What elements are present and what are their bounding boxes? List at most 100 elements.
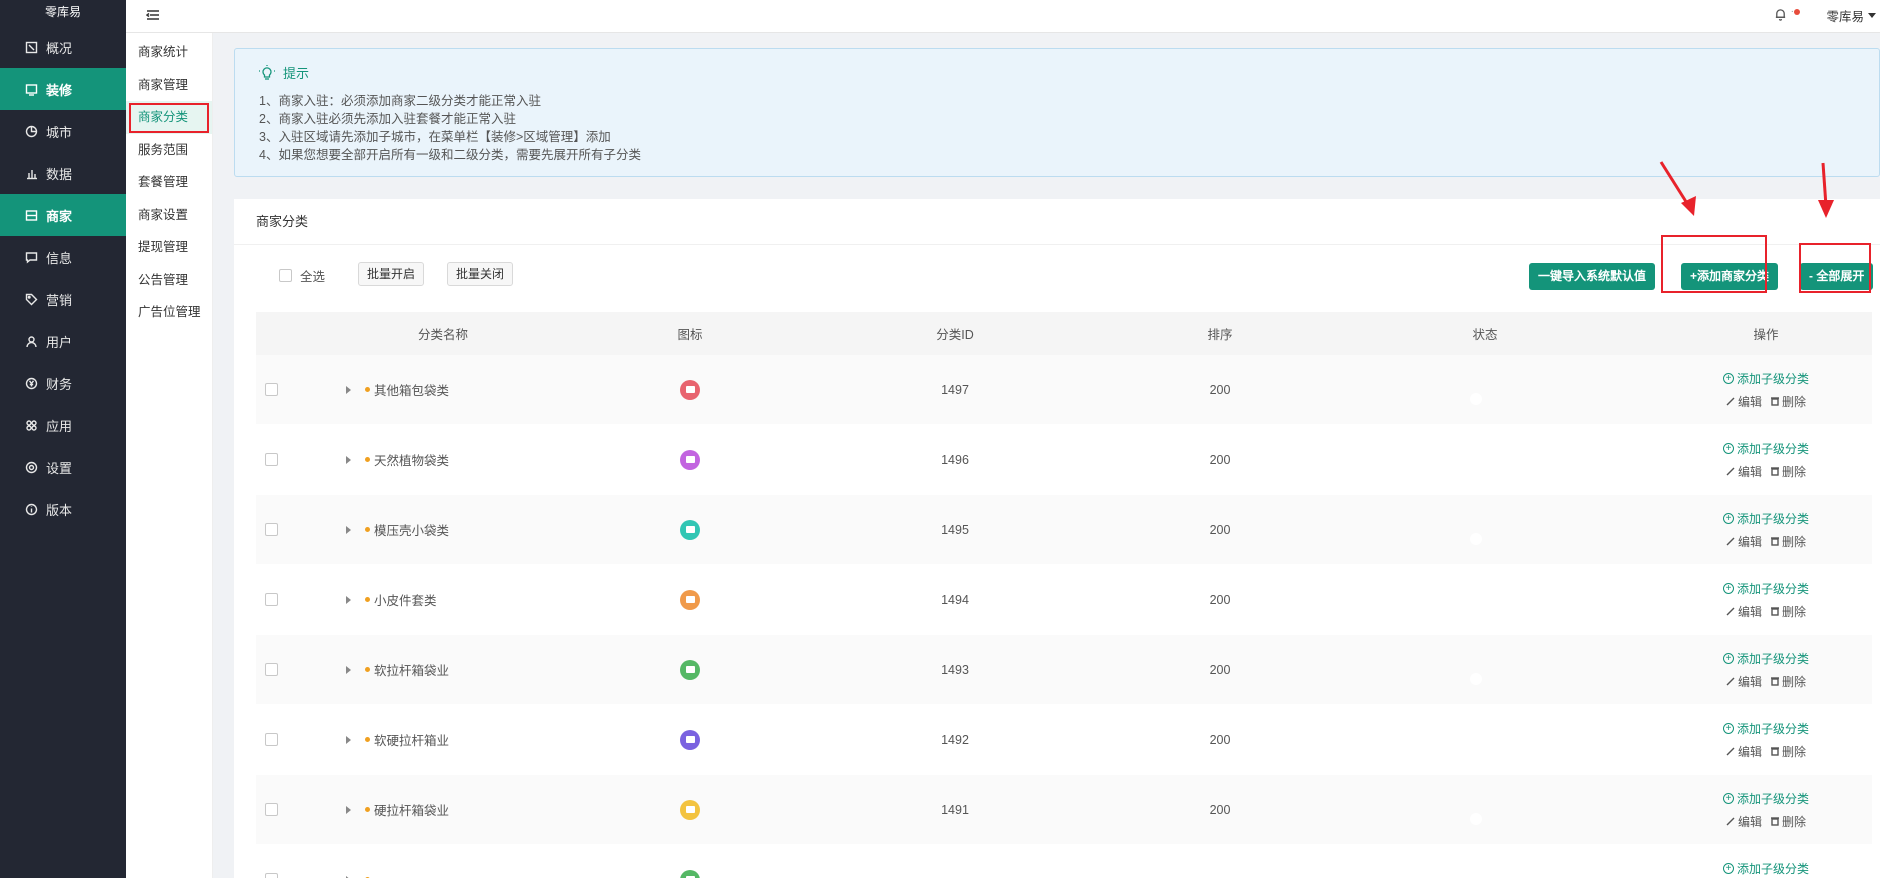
expand-arrow-icon[interactable] [346,735,351,744]
expand-arrow-icon[interactable] [346,385,351,394]
trash-icon [1771,537,1779,546]
message-icon [24,250,38,264]
expand-arrow-icon[interactable] [346,595,351,604]
batch-enable-button[interactable]: 批量开启 [358,262,425,286]
sidebar-item[interactable]: 设置 [0,446,126,488]
submenu-item[interactable]: 套餐管理 [126,166,212,199]
header-status: 状态 [1472,328,1498,342]
sidebar-item[interactable]: 应用 [0,404,126,446]
tag-icon [24,292,38,306]
sidebar-item[interactable]: 营销 [0,278,126,320]
sidebar-item-label: 信息 [46,250,73,266]
add-subcategory-link[interactable]: + 添加子级分类 [1660,790,1872,807]
category-id: 1497 [941,382,969,397]
plus-circle-icon: + [1722,512,1734,524]
table-row: 软硬拉杆箱业 1492 200 + 添加子级分类 编辑 删除 [256,705,1872,775]
category-sort: 200 [1209,732,1231,747]
apps-icon [24,418,38,432]
submenu-item[interactable]: 广告位管理 [126,296,212,329]
submenu-item[interactable]: 商家分类 [126,101,212,134]
expand-arrow-icon[interactable] [346,665,351,674]
submenu-item[interactable]: 服务范围 [126,134,212,167]
edit-link[interactable]: 编辑 [1726,813,1762,830]
sidebar-item[interactable]: 商家 [0,194,126,236]
pencil-icon [1726,747,1735,756]
add-subcategory-link[interactable]: + 添加子级分类 [1660,580,1872,597]
sidebar-item[interactable]: 装修 [0,68,126,110]
row-checkbox[interactable] [264,873,278,878]
submenu-item[interactable]: 商家管理 [126,69,212,102]
sidebar-item[interactable]: 版本 [0,488,126,530]
sidebar-item[interactable]: 数据 [0,152,126,194]
category-id: 1495 [941,522,969,537]
header-operations: 操作 [1753,328,1779,342]
table-row: 天然植物袋类 1496 200 + 添加子级分类 编辑 删除 [256,425,1872,495]
user-menu[interactable]: 零库易 [1826,6,1876,25]
chart-icon [24,166,38,180]
submenu-item[interactable]: 商家设置 [126,199,212,232]
header-id: 分类ID [936,328,974,342]
select-all-checkbox[interactable]: 全选 [279,266,325,285]
expand-arrow-icon[interactable] [346,455,351,464]
delete-link[interactable]: 删除 [1770,393,1806,410]
category-name: 软拉杆箱袋业 [374,664,450,678]
import-defaults-button[interactable]: 一键导入系统默认值 [1529,263,1656,290]
table-row: 硬拉杆箱袋业 1491 200 + 添加子级分类 编辑 删除 [256,775,1872,845]
add-subcategory-link[interactable]: + 添加子级分类 [1660,510,1872,527]
edit-link[interactable]: 编辑 [1726,393,1762,410]
sidebar-item-label: 用户 [46,334,73,350]
edit-link[interactable]: 编辑 [1726,673,1762,690]
row-checkbox[interactable] [264,663,278,676]
sidebar-item[interactable]: 信息 [0,236,126,278]
trash-icon [1771,747,1779,756]
add-subcategory-link[interactable]: + 添加子级分类 [1660,440,1872,457]
add-subcategory-link[interactable]: + 添加子级分类 [1660,650,1872,667]
brand-name: 零库易 [44,5,81,19]
row-checkbox[interactable] [264,453,278,466]
category-bag-icon [680,659,700,680]
delete-link[interactable]: 删除 [1770,603,1806,620]
sidebar-item[interactable]: 概况 [0,26,126,68]
add-subcategory-link[interactable]: + 添加子级分类 [1660,370,1872,387]
delete-link[interactable]: 删除 [1770,533,1806,550]
lightbulb-icon [259,64,275,81]
add-subcategory-link[interactable]: + 添加子级分类 [1660,860,1872,877]
delete-link[interactable]: 删除 [1770,743,1806,760]
batch-disable-button[interactable]: 批量关闭 [447,262,514,286]
edit-link[interactable]: 编辑 [1726,743,1762,760]
row-checkbox[interactable] [264,733,278,746]
row-checkbox[interactable] [264,523,278,536]
row-checkbox[interactable] [264,593,278,606]
header-icon: 图标 [677,328,703,342]
header-sort: 排序 [1207,328,1233,342]
category-bag-icon [680,799,700,820]
row-checkbox[interactable] [264,383,278,396]
row-checkbox[interactable] [264,803,278,816]
submenu-item[interactable]: 公告管理 [126,264,212,297]
menu-collapse-icon[interactable] [145,8,160,22]
expand-all-button[interactable]: - 全部展开 [1800,263,1874,290]
delete-link[interactable]: 删除 [1770,673,1806,690]
top-bar: · 零库易 [126,0,1880,33]
sidebar-item[interactable]: 用户 [0,320,126,362]
sidebar-item-label: 装修 [46,82,73,98]
add-category-button[interactable]: +添加商家分类 [1681,263,1779,290]
edit-link[interactable]: 编辑 [1726,603,1762,620]
checkbox[interactable] [279,269,292,282]
sidebar-item[interactable]: 财务 [0,362,126,404]
notification-bell-icon[interactable] [1774,8,1788,22]
sidebar-item[interactable]: 城市 [0,110,126,152]
category-sort: 200 [1209,382,1231,397]
delete-link[interactable]: 删除 [1770,813,1806,830]
add-subcategory-link[interactable]: + 添加子级分类 [1660,720,1872,737]
plus-circle-icon: + [1722,722,1734,734]
delete-link[interactable]: 删除 [1770,463,1806,480]
expand-arrow-icon[interactable] [346,525,351,534]
chevron-down-icon [1868,13,1876,18]
tip-line: 1、商家入驻：必须添加商家二级分类才能正常入驻 [259,94,541,108]
submenu-item[interactable]: 商家统计 [126,36,212,69]
edit-link[interactable]: 编辑 [1726,463,1762,480]
edit-link[interactable]: 编辑 [1726,533,1762,550]
expand-arrow-icon[interactable] [346,805,351,814]
submenu-item[interactable]: 提现管理 [126,231,212,264]
